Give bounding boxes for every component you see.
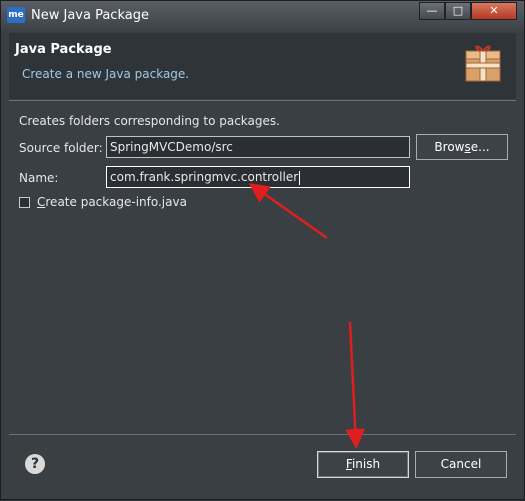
- arrow-to-finish-button: [345, 321, 366, 449]
- arrow-to-name-field: [248, 183, 328, 240]
- annotation-arrows: [248, 183, 366, 449]
- new-java-package-dialog: me New Java Package — □ ✕ Java Package C…: [0, 0, 525, 500]
